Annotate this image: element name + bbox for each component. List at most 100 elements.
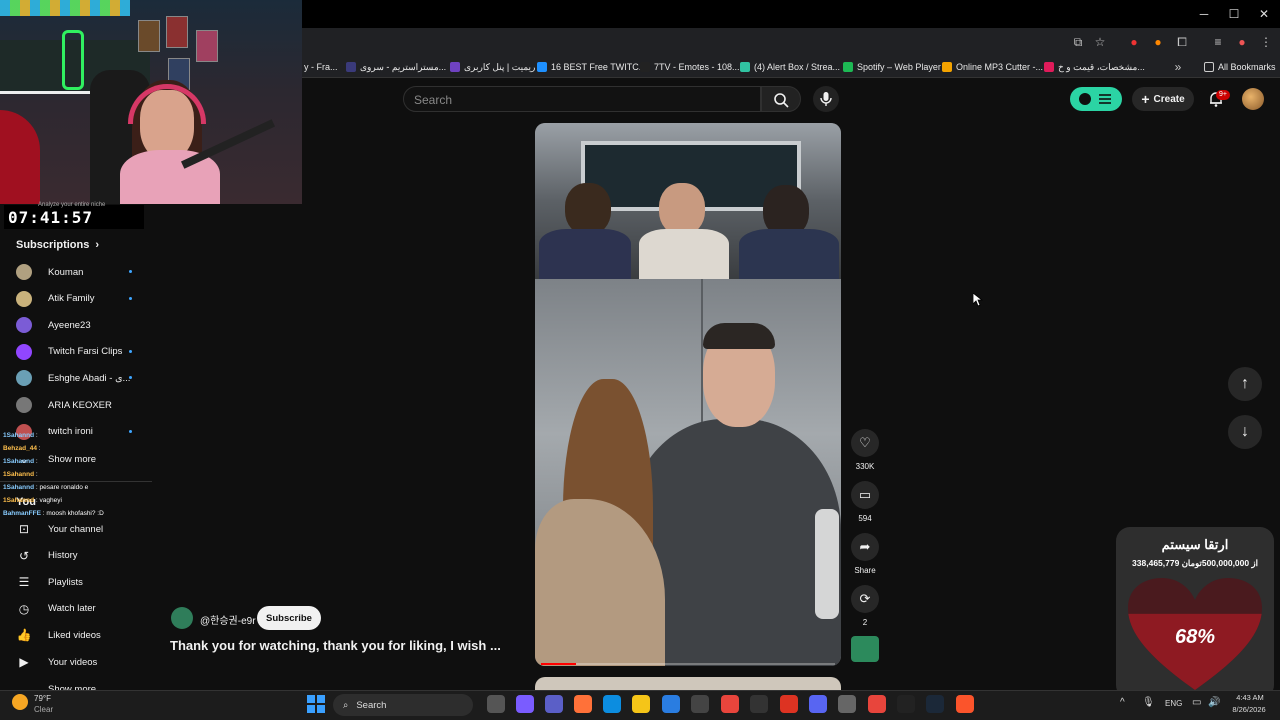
bookmark-item[interactable]: 7TV - Emotes - 108... xyxy=(640,59,740,75)
video-progress-track[interactable] xyxy=(541,663,835,665)
media-control-icon[interactable]: ≡ xyxy=(1210,34,1226,50)
bookmark-star-icon[interactable]: ☆ xyxy=(1092,34,1108,50)
volume-icon[interactable]: 🔊 xyxy=(1208,697,1220,708)
store-icon[interactable] xyxy=(662,695,680,713)
start-windows-icon[interactable] xyxy=(307,695,325,713)
minimize-icon[interactable]: ─ xyxy=(1194,6,1214,22)
bookmark-item[interactable]: مشخصات، قیمت و خ... xyxy=(1044,59,1145,75)
short-video-player[interactable] xyxy=(535,123,841,666)
chat-username: Behzad_44 xyxy=(3,445,37,452)
new-content-dot xyxy=(129,270,132,273)
you-item[interactable]: ↺ History xyxy=(16,543,146,569)
bookmark-item[interactable]: ریمیت | پنل کاربری xyxy=(450,59,535,75)
task-view-icon[interactable] xyxy=(487,695,505,713)
previous-short-button[interactable]: ↑ xyxy=(1228,367,1262,401)
chat-username: 1Sahannd xyxy=(3,497,35,504)
edge-icon[interactable] xyxy=(603,695,621,713)
clock-date[interactable]: 8/26/2026 xyxy=(1224,705,1274,714)
maximize-icon[interactable]: ☐ xyxy=(1224,6,1244,22)
next-short-button[interactable]: ↓ xyxy=(1228,415,1262,449)
steam-icon[interactable] xyxy=(926,695,944,713)
search-input[interactable] xyxy=(414,91,744,109)
subscription-item[interactable]: Kouman xyxy=(16,259,136,285)
bookmark-item[interactable]: (4) Alert Box / Strea... xyxy=(740,59,840,75)
bookmark-item[interactable]: 16 BEST Free TWITC... xyxy=(537,59,646,75)
chat-text: : xyxy=(35,432,38,439)
chevron-up-icon[interactable]: ^ xyxy=(1120,697,1125,708)
subscription-item[interactable]: ARIA KEOXER xyxy=(16,392,136,418)
search-button[interactable] xyxy=(761,86,801,112)
chat-username: BahmanFFE xyxy=(3,510,41,517)
comments-button[interactable]: ▭ xyxy=(851,481,879,509)
heart-icon: ♡ xyxy=(859,435,871,450)
bookmark-item[interactable]: مستراستریم - سروی... xyxy=(346,59,446,75)
clock-icon: ◷ xyxy=(18,601,30,616)
bookmark-item[interactable]: Online MP3 Cutter -... xyxy=(942,59,1043,75)
remix-button[interactable]: ⟳ xyxy=(851,585,879,613)
firefox-icon[interactable] xyxy=(574,695,592,713)
all-bookmarks[interactable]: All Bookmarks xyxy=(1204,59,1276,75)
bookmarks-overflow-icon[interactable]: » xyxy=(1170,59,1186,75)
extension-icon[interactable]: ● xyxy=(1150,34,1166,50)
brave-icon[interactable] xyxy=(956,695,974,713)
settings-icon[interactable] xyxy=(838,695,856,713)
taskbar-search-label: Search xyxy=(356,699,387,711)
chrome-icon[interactable] xyxy=(868,695,886,713)
subscription-item[interactable]: Ayeene23 xyxy=(16,312,136,338)
subscription-label: ARIA KEOXER xyxy=(48,399,112,411)
you-item[interactable]: ⊡ Your channel xyxy=(16,516,146,542)
app-icon[interactable] xyxy=(691,695,709,713)
clock-time[interactable]: 4:43 AM xyxy=(1228,693,1272,702)
input-language[interactable]: ENG xyxy=(1165,699,1182,708)
network-icon[interactable]: ▭ xyxy=(1192,697,1201,708)
bookmark-item[interactable]: Spotify – Web Player xyxy=(843,59,941,75)
teams-icon[interactable] xyxy=(545,695,563,713)
you-item[interactable]: 👍 Liked videos xyxy=(16,622,146,648)
weather-moon-icon[interactable] xyxy=(12,694,28,710)
extensions-puzzle-icon[interactable]: ⧠ xyxy=(1174,34,1190,50)
like-button[interactable]: ♡ xyxy=(851,429,879,457)
discord-icon[interactable] xyxy=(809,695,827,713)
app-icon[interactable] xyxy=(897,695,915,713)
chat-username: 1Sahannd xyxy=(3,484,35,491)
close-window-icon[interactable]: ✕ xyxy=(1254,6,1274,22)
subscription-item[interactable]: Eshghe Abadi - ی... xyxy=(16,365,136,391)
donation-title: ارتقا سیستم xyxy=(1161,537,1229,552)
voice-search-button[interactable] xyxy=(813,86,839,112)
chat-text: : pesare ronaldo e xyxy=(35,484,89,491)
subscribe-button[interactable]: Subscribe xyxy=(257,606,321,630)
file-explorer-icon[interactable] xyxy=(632,695,650,713)
subscription-item[interactable]: Atik Family xyxy=(16,286,136,312)
copilot-icon[interactable] xyxy=(516,695,534,713)
weather-condition[interactable]: Clear xyxy=(34,705,53,714)
terminal-icon[interactable] xyxy=(750,695,768,713)
install-app-icon[interactable]: ⧉ xyxy=(1070,34,1086,50)
channel-avatar[interactable] xyxy=(171,607,193,629)
bookmark-favicon-icon xyxy=(640,62,650,72)
create-button[interactable]: + Create xyxy=(1132,87,1194,111)
bookmark-favicon-icon xyxy=(346,62,356,72)
channel-thumbnail[interactable] xyxy=(851,636,879,662)
share-button[interactable]: ➦ xyxy=(851,533,879,561)
app-icon[interactable] xyxy=(780,695,798,713)
you-item[interactable]: ◷ Watch later xyxy=(16,596,146,622)
account-avatar[interactable] xyxy=(1242,88,1264,110)
chat-message: 1Sahannd : xyxy=(3,458,38,465)
you-item[interactable]: ▶ Your videos xyxy=(16,649,146,675)
you-item[interactable]: ☰ Playlists xyxy=(16,569,146,595)
microphone-icon[interactable]: 🎙 xyxy=(1142,697,1155,708)
subscriptions-heading[interactable]: Subscriptions › xyxy=(16,239,99,251)
search-box xyxy=(403,86,761,112)
weather-temp[interactable]: 79°F xyxy=(34,694,51,703)
channel-name[interactable]: @한승권-e9r xyxy=(200,612,256,627)
extension-icon[interactable]: ● xyxy=(1126,34,1142,50)
subscription-item[interactable]: Twitch Farsi Clips xyxy=(16,339,136,365)
menu-kebab-icon[interactable]: ⋮ xyxy=(1258,34,1274,50)
chrome-icon[interactable] xyxy=(721,695,739,713)
video-title: Thank you for watching, thank you for li… xyxy=(170,638,501,653)
notification-badge: 9+ xyxy=(1216,90,1230,100)
taskbar-search[interactable]: ⌕ Search xyxy=(333,694,473,716)
profile-icon[interactable]: ● xyxy=(1234,34,1250,50)
premium-menu-button[interactable] xyxy=(1070,87,1122,111)
sidebar-divider xyxy=(0,481,152,482)
